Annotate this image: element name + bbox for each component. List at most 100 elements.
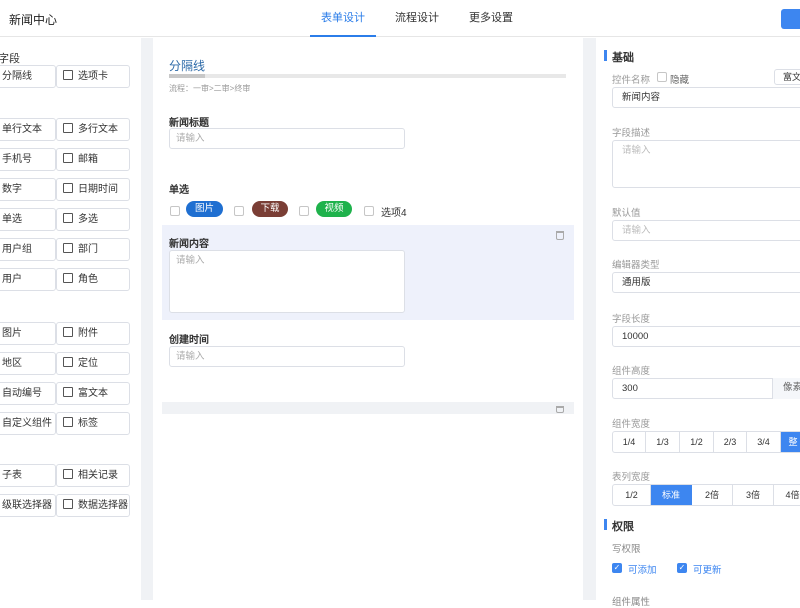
save-button[interactable] [781,9,800,29]
palette-item-label: 多选 [78,214,98,225]
width-option-3-4[interactable]: 3/4 [747,432,781,452]
tab-more-settings[interactable]: 更多设置 [458,0,524,37]
can-add-label: 可添加 [628,565,657,576]
palette-checkbox-button[interactable]: 多选 [56,208,130,231]
palette-sub-table-button[interactable]: 子表 [0,464,56,487]
palette-item-label: 图片 [2,328,22,339]
component-height-label: 组件高度 [612,366,651,377]
width-option-full[interactable]: 整 [781,432,800,452]
palette-multi-line-text-button[interactable]: 多行文本 [56,118,130,141]
palette-item-label: 邮箱 [78,154,98,165]
palette-radio-button[interactable]: 单选 [0,208,56,231]
delete-icon[interactable] [556,406,564,413]
palette-single-line-text-button[interactable]: 单行文本 [0,118,56,141]
radio-option-image[interactable] [170,206,180,216]
palette-item-label: 用户组 [2,244,32,255]
palette-email-button[interactable]: 邮箱 [56,148,130,171]
palette-item-label: 附件 [78,328,98,339]
created-time-input[interactable]: 请输入 [169,346,405,367]
palette-item-label: 数据选择器 [78,500,128,511]
palette-item-label: 级联选择器 [2,500,52,511]
tab-form-design[interactable]: 表单设计 [310,0,376,37]
list-width-option-half[interactable]: 1/2 [613,485,651,505]
palette-role-button[interactable]: 角色 [56,268,130,291]
tab-flow-design[interactable]: 流程设计 [384,0,450,37]
location-icon [63,357,73,367]
radio-option-4[interactable] [364,206,374,216]
palette-user-group-button[interactable]: 用户组 [0,238,56,261]
field-length-input[interactable]: 10000 [612,326,800,347]
list-width-option-3x[interactable]: 3倍 [733,485,774,505]
news-title-input[interactable]: 请输入 [169,128,405,149]
editor-type-select[interactable]: 通用版 [612,272,800,293]
palette-data-selector-button[interactable]: 数据选择器 [56,494,130,517]
hidden-label: 隐藏 [670,75,690,86]
list-width-selector: 1/2 标准 2倍 3倍 4倍 [612,484,800,506]
default-value-label: 默认值 [612,208,641,219]
width-option-2-3[interactable]: 2/3 [714,432,747,452]
palette-item-label: 部门 [78,244,98,255]
default-value-input[interactable]: 请输入 [612,220,800,241]
component-width-label: 组件宽度 [612,419,651,430]
component-height-input[interactable]: 300 像素 [612,378,800,399]
palette-item-label: 相关记录 [78,470,118,481]
palette-user-button[interactable]: 用户 [0,268,56,291]
news-title-label: 新闻标题 [169,118,209,129]
width-option-1-4[interactable]: 1/4 [613,432,646,452]
top-bar: 新闻中心 表单设计 流程设计 更多设置 [0,0,800,37]
palette-rich-text-button[interactable]: 富文本 [56,382,130,405]
palette-divider-button[interactable]: 分隔线 [0,65,56,88]
hidden-checkbox[interactable] [657,72,667,82]
tag-icon [63,417,73,427]
radio-option-video[interactable] [299,206,309,216]
palette-phone-button[interactable]: 手机号 [0,148,56,171]
palette-tabs-button[interactable]: 选项卡 [56,65,130,88]
selected-field-block[interactable]: 新闻内容 请输入 [162,225,574,320]
control-name-input[interactable]: 新闻内容 [612,87,800,108]
app-title: 新闻中心 [9,13,58,27]
palette-department-button[interactable]: 部门 [56,238,130,261]
editor-type-label: 编辑器类型 [612,260,660,271]
palette-tag-button[interactable]: 标签 [56,412,130,435]
palette-region-button[interactable]: 地区 [0,352,56,375]
palette-item-label: 角色 [78,274,98,285]
checkbox-icon [63,213,73,223]
palette-location-button[interactable]: 定位 [56,352,130,375]
palette-custom-component-button[interactable]: 自定义组件 [0,412,56,435]
list-width-option-4x[interactable]: 4倍 [774,485,800,505]
panel-gutter-left [141,38,153,600]
palette-attachment-button[interactable]: 附件 [56,322,130,345]
width-option-1-2[interactable]: 1/2 [680,432,714,452]
news-content-textarea[interactable]: 请输入 [169,250,405,313]
news-content-label: 新闻内容 [169,239,209,250]
divider-title: 分隔线 [169,59,206,73]
palette-image-button[interactable]: 图片 [0,322,56,345]
palette-cascader-button[interactable]: 级联选择器 [0,494,56,517]
can-update-checkbox[interactable]: ✓ [677,563,687,573]
attachment-icon [63,327,73,337]
width-option-1-3[interactable]: 1/3 [646,432,680,452]
field-desc-label: 字段描述 [612,128,651,139]
palette-number-button[interactable]: 数字 [0,178,56,201]
palette-item-label: 标签 [78,418,98,429]
palette-item-label: 用户 [2,274,22,285]
can-add-checkbox[interactable]: ✓ [612,563,622,573]
palette-datetime-button[interactable]: 日期时间 [56,178,130,201]
delete-icon[interactable] [556,231,564,240]
palette-item-label: 单行文本 [2,124,42,135]
can-update-label: 可更新 [693,565,722,576]
palette-item-label: 子表 [2,470,22,481]
list-width-option-2x[interactable]: 2倍 [692,485,733,505]
radio-option-download[interactable] [234,206,244,216]
single-choice-label: 单选 [169,185,189,196]
list-width-option-standard[interactable]: 标准 [651,485,692,505]
tabs-icon [63,70,73,80]
divider-line [169,74,566,78]
field-desc-textarea[interactable]: 请输入 [612,140,800,188]
palette-item-label: 定位 [78,358,98,369]
palette-auto-number-button[interactable]: 自动编号 [0,382,56,405]
department-icon [63,243,73,253]
palette-related-records-button[interactable]: 相关记录 [56,464,130,487]
rich-text-badge[interactable]: 富文 [774,69,800,85]
empty-drop-row[interactable] [162,402,574,414]
